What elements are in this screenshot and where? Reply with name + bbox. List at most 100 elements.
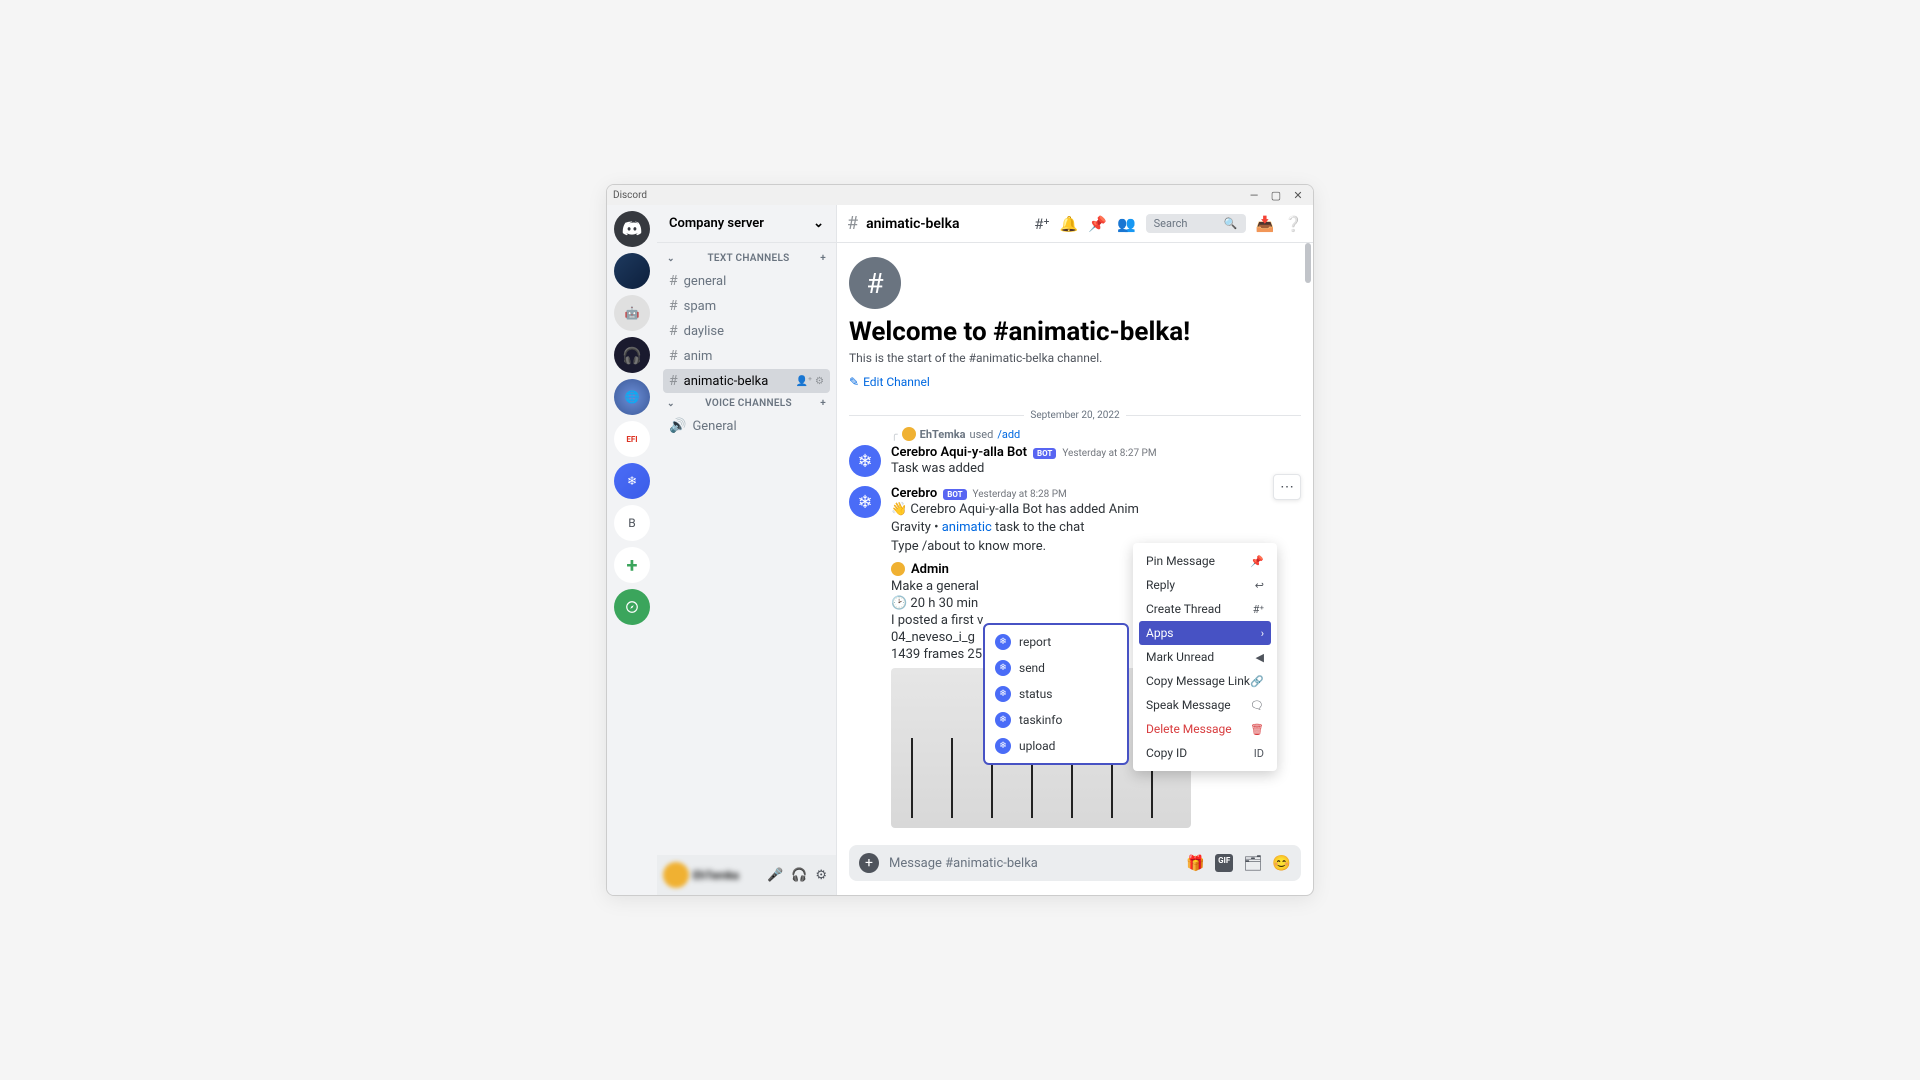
edit-channel-link[interactable]: ✎ Edit Channel [849, 375, 930, 389]
app-cmd-send[interactable]: ❄send [989, 655, 1123, 681]
voice-channel-general[interactable]: 🔊General [663, 414, 830, 438]
add-channel-icon[interactable]: + [820, 253, 826, 264]
search-input[interactable]: Search 🔍 [1146, 214, 1246, 233]
app-window: Discord — ▢ ✕ 🤖 🎧 🌐 EFI ❄ B + [606, 184, 1314, 896]
file-link[interactable]: 04_neveso_i_g [891, 630, 975, 645]
app-cmd-report[interactable]: ❄report [989, 629, 1123, 655]
server-item[interactable]: EFI [614, 421, 650, 457]
server-item[interactable]: B [614, 505, 650, 541]
message-actions-button[interactable]: ⋯ [1273, 474, 1301, 500]
reply-reference[interactable]: ╭ EhTemka used /add [891, 427, 1301, 441]
threads-icon[interactable]: #⁺ [1034, 215, 1049, 233]
add-channel-icon[interactable]: + [820, 398, 826, 409]
message-author[interactable]: Cerebro [891, 486, 937, 501]
user-settings-button[interactable]: ⚙ [812, 865, 830, 886]
user-panel: EhTemka 🎤 🎧 ⚙ [657, 855, 836, 895]
welcome-block: # Welcome to #animatic-belka! This is th… [849, 253, 1301, 400]
channel-general[interactable]: #general [663, 269, 830, 293]
welcome-subtitle: This is the start of the #animatic-belka… [849, 351, 1301, 365]
discord-icon [622, 219, 642, 239]
attach-button[interactable]: + [859, 853, 879, 873]
task-link[interactable]: animatic [942, 520, 992, 535]
message-input[interactable]: + Message #animatic-belka 🎁 GIF 🗂 😊 [849, 845, 1301, 881]
user-avatar[interactable] [663, 862, 689, 888]
hash-icon: # [669, 323, 678, 339]
message-author[interactable]: Cerebro Aqui-y-alla Bot [891, 445, 1027, 460]
channel-welcome-icon: # [849, 257, 901, 309]
chevron-down-icon: ⌄ [813, 216, 824, 231]
apps-submenu: ❄report ❄send ❄status ❄taskinfo ❄upload [983, 623, 1129, 765]
home-button[interactable] [614, 211, 650, 247]
category-text-channels[interactable]: TEXT CHANNELS + [661, 249, 832, 268]
emoji-icon[interactable]: 😊 [1272, 854, 1291, 872]
server-item-cerebro[interactable]: ❄ [614, 463, 650, 499]
hash-icon: # [669, 373, 678, 389]
pinned-icon[interactable]: 📌 [1088, 215, 1107, 233]
close-button[interactable]: ✕ [1289, 189, 1307, 202]
speaker-icon: 🔊 [669, 418, 686, 434]
minimize-button[interactable]: — [1245, 189, 1263, 202]
titlebar-app-name: Discord [613, 190, 647, 201]
message-text: Task was added [891, 460, 1301, 478]
ctx-create-thread[interactable]: Create Thread#⁺ [1139, 597, 1271, 621]
maximize-button[interactable]: ▢ [1267, 189, 1285, 202]
message-avatar[interactable]: ❄ [849, 445, 881, 477]
invite-icon[interactable]: 👤⁺ [796, 376, 812, 387]
channel-title: animatic-belka [866, 216, 1026, 232]
server-header[interactable]: Company server ⌄ [657, 205, 836, 243]
explore-button[interactable] [614, 589, 650, 625]
channel-spam[interactable]: #spam [663, 294, 830, 318]
server-list: 🤖 🎧 🌐 EFI ❄ B + [607, 205, 657, 895]
settings-icon[interactable]: ⚙ [815, 376, 824, 387]
server-item[interactable]: 🌐 [614, 379, 650, 415]
message-context-menu: Pin Message📌 Reply↩ Create Thread#⁺ Apps… [1133, 543, 1277, 771]
ctx-apps[interactable]: Apps› [1139, 621, 1271, 645]
ctx-speak[interactable]: Speak Message🗨 [1139, 693, 1271, 717]
channel-animatic-belka[interactable]: #animatic-belka 👤⁺⚙ [663, 369, 830, 393]
notifications-icon[interactable]: 🔔 [1060, 215, 1079, 233]
ctx-mark-unread[interactable]: Mark Unread◀ [1139, 645, 1271, 669]
app-icon: ❄ [995, 738, 1011, 754]
ctx-pin-message[interactable]: Pin Message📌 [1139, 549, 1271, 573]
ctx-copy-link[interactable]: Copy Message Link🔗 [1139, 669, 1271, 693]
ctx-reply[interactable]: Reply↩ [1139, 573, 1271, 597]
admin-avatar [891, 562, 905, 576]
app-cmd-upload[interactable]: ❄upload [989, 733, 1123, 759]
channel-daylise[interactable]: #daylise [663, 319, 830, 343]
scrollbar[interactable] [1305, 243, 1311, 835]
members-icon[interactable]: 👥 [1117, 215, 1136, 233]
help-icon[interactable]: ❔ [1284, 215, 1303, 233]
channel-anim[interactable]: #anim [663, 344, 830, 368]
ctx-copy-id[interactable]: Copy IDID [1139, 741, 1271, 765]
message-timestamp: Yesterday at 8:27 PM [1062, 448, 1156, 459]
header-toolbar: #⁺ 🔔 📌 👥 Search 🔍 📥 ❔ [1034, 214, 1303, 233]
server-item[interactable] [614, 253, 650, 289]
category-voice-channels[interactable]: VOICE CHANNELS + [661, 394, 832, 413]
speak-icon: 🗨 [1250, 699, 1264, 712]
inbox-icon[interactable]: 📥 [1256, 215, 1275, 233]
reply-icon: ↩ [1255, 579, 1264, 592]
app-cmd-status[interactable]: ❄status [989, 681, 1123, 707]
deafen-button[interactable]: 🎧 [788, 865, 810, 886]
bot-badge: BOT [1033, 448, 1056, 459]
add-server-button[interactable]: + [614, 547, 650, 583]
server-item[interactable]: 🎧 [614, 337, 650, 373]
gift-icon[interactable]: 🎁 [1186, 854, 1205, 872]
hash-icon: # [669, 298, 678, 314]
channel-sidebar: Company server ⌄ TEXT CHANNELS + #genera… [657, 205, 837, 895]
date-divider: September 20, 2022 [849, 410, 1301, 421]
app-cmd-taskinfo[interactable]: ❄taskinfo [989, 707, 1123, 733]
sticker-icon[interactable]: 🗂 [1243, 854, 1262, 872]
app-icon: ❄ [995, 660, 1011, 676]
thread-icon: #⁺ [1253, 603, 1264, 616]
message-input-area: + Message #animatic-belka 🎁 GIF 🗂 😊 [837, 835, 1313, 895]
mute-button[interactable]: 🎤 [764, 865, 786, 886]
message-avatar[interactable]: ❄ [849, 486, 881, 518]
server-name: Company server [669, 216, 764, 231]
gif-button[interactable]: GIF [1215, 854, 1233, 872]
hash-icon: # [669, 348, 678, 364]
server-item[interactable]: 🤖 [614, 295, 650, 331]
ctx-delete[interactable]: Delete Message🗑 [1139, 717, 1271, 741]
channel-list: TEXT CHANNELS + #general #spam #daylise … [657, 243, 836, 855]
hash-icon: # [669, 273, 678, 289]
